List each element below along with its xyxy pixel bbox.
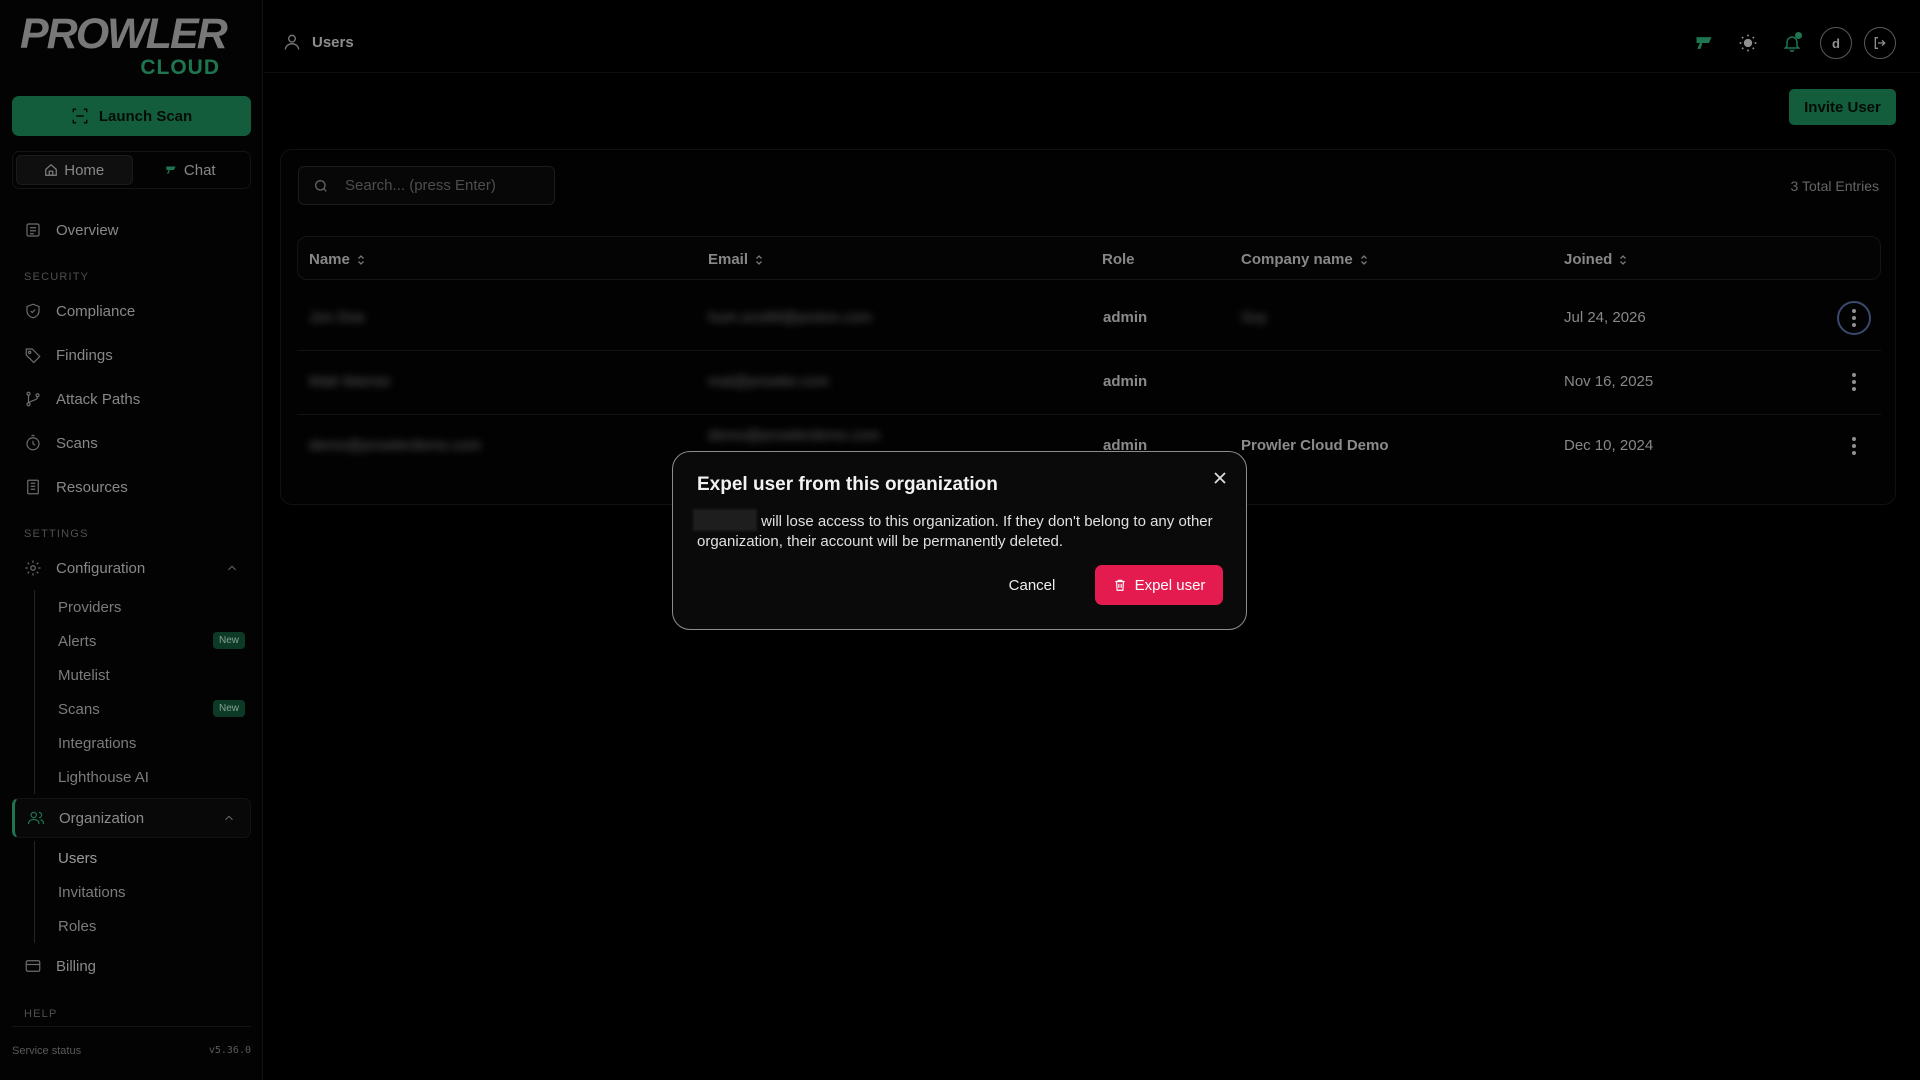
close-icon (1214, 472, 1226, 484)
dialog-message: will lose access to this organization. I… (693, 509, 1227, 552)
trash-icon (1114, 579, 1125, 591)
expel-user-label: Expel user (1134, 576, 1206, 594)
redacted-user-name (693, 509, 757, 531)
close-button[interactable] (1210, 468, 1230, 488)
cancel-button[interactable]: Cancel (985, 565, 1079, 605)
expel-user-button[interactable]: Expel user (1095, 565, 1223, 605)
app: PROWLER CLOUD Launch Scan Home Chat Over… (0, 0, 1920, 1080)
dialog-message-text: will lose access to this organization. I… (697, 513, 1213, 550)
expel-user-dialog: Expel user from this organization will l… (672, 451, 1247, 630)
dialog-title: Expel user from this organization (697, 474, 998, 495)
